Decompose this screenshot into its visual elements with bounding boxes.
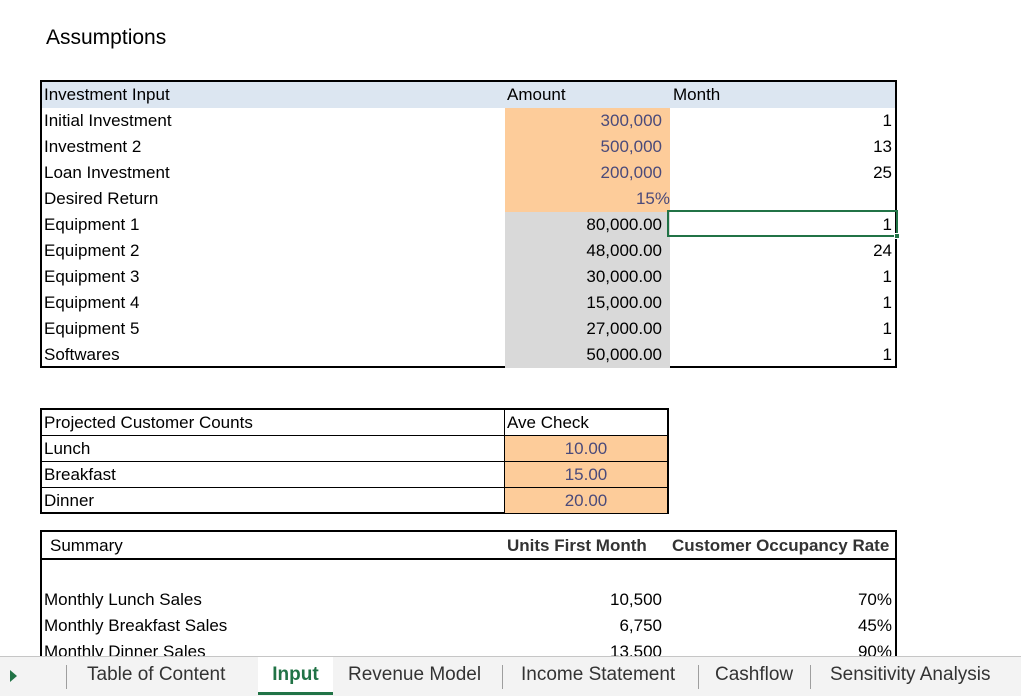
investment-row-month[interactable]: 1 [670,316,895,342]
summary-header-label[interactable]: Summary [50,533,350,559]
tab-sensitivity-analysis[interactable]: Sensitivity Analysis [830,657,991,695]
customer-row-label[interactable]: Lunch [42,436,504,462]
investment-row-label[interactable]: Desired Return [42,186,505,212]
sheet-title: Assumptions [46,26,167,49]
customers-header-check[interactable]: Ave Check [505,410,667,436]
investment-row-label[interactable]: Equipment 2 [42,238,505,264]
summary-row-rate[interactable]: 45% [670,613,895,639]
customer-row-label[interactable]: Dinner [42,488,504,514]
tab-table-of-content[interactable]: Table of Content [87,657,225,695]
investment-row-amount[interactable]: 80,000.00 [505,212,670,238]
summary-row-rate[interactable]: 70% [670,587,895,613]
investment-header-month[interactable]: Month [670,82,895,108]
customer-row-label[interactable]: Breakfast [42,462,504,488]
customer-row-check[interactable]: 10.00 [505,436,667,461]
investment-row-amount[interactable]: 300,000 [505,108,670,134]
summary-row-units[interactable]: 10,500 [505,587,670,613]
investment-row-month[interactable]: 1 [670,108,895,134]
investment-row-amount[interactable]: 15,000.00 [505,290,670,316]
summary-row-units[interactable]: 6,750 [505,613,670,639]
customer-counts-table: Projected Customer Counts Ave Check Lunc… [40,408,669,514]
sheet-tab-bar: Table of Content Input Revenue Model Inc… [0,656,1021,696]
scroll-right-icon[interactable] [10,670,17,682]
investment-row-amount[interactable]: 200,000 [505,160,670,186]
investment-row-amount[interactable]: 48,000.00 [505,238,670,264]
summary-header-units[interactable]: Units First Month [505,533,670,559]
customers-header-label[interactable]: Projected Customer Counts [42,410,504,436]
investment-row-label[interactable]: Equipment 1 [42,212,505,238]
investment-row-month[interactable]: 25 [670,160,895,186]
investment-row-label[interactable]: Investment 2 [42,134,505,160]
investment-row-month[interactable]: 13 [670,134,895,160]
summary-table: Summary Units First Month Customer Occup… [40,530,897,661]
customer-row-check[interactable]: 15.00 [505,462,667,487]
investment-row-month[interactable] [670,186,895,212]
investment-row-month[interactable]: 1 [670,342,895,368]
summary-row-label[interactable]: Monthly Lunch Sales [42,587,505,613]
investment-row-month[interactable]: 1 [670,264,895,290]
investment-header-label[interactable]: Investment Input [42,82,505,108]
selected-cell[interactable] [667,210,900,239]
investment-row-label[interactable]: Equipment 4 [42,290,505,316]
investment-row-amount[interactable]: 27,000.00 [505,316,670,342]
customer-row-check[interactable]: 20.00 [505,488,667,513]
investment-header-amount[interactable]: Amount [505,82,670,108]
investment-row-label[interactable]: Equipment 3 [42,264,505,290]
tab-income-statement[interactable]: Income Statement [521,657,675,695]
investment-row-amount[interactable]: 500,000 [505,134,670,160]
tab-revenue-model[interactable]: Revenue Model [348,657,481,695]
investment-row-label[interactable]: Initial Investment [42,108,505,134]
summary-row-label[interactable]: Monthly Breakfast Sales [42,613,505,639]
tab-cashflow[interactable]: Cashflow [715,657,793,695]
investment-row-month[interactable]: 24 [670,238,895,264]
summary-header-rate[interactable]: Customer Occupancy Rate [672,533,895,559]
investment-row-label[interactable]: Softwares [42,342,505,368]
investment-row-amount[interactable]: 30,000.00 [505,264,670,290]
investment-row-amount[interactable]: 50,000.00 [505,342,670,368]
tab-input[interactable]: Input [258,657,333,695]
investment-row-amount[interactable]: 15% [505,186,670,212]
investment-row-month[interactable]: 1 [670,290,895,316]
investment-row-label[interactable]: Loan Investment [42,160,505,186]
investment-row-label[interactable]: Equipment 5 [42,316,505,342]
